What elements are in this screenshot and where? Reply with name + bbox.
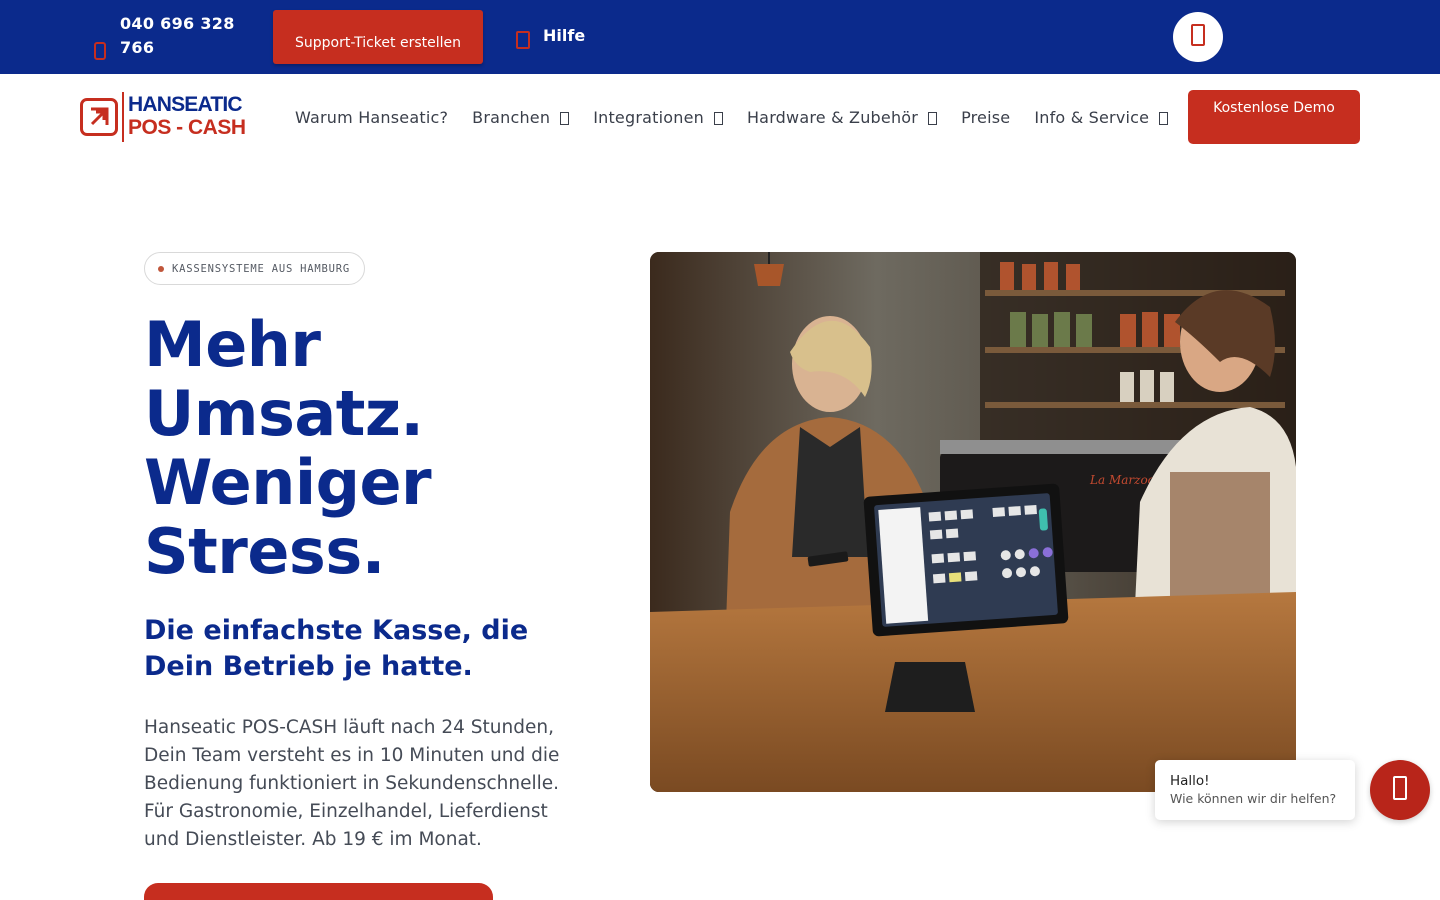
nav-label: Branchen [472,107,551,127]
chat-message: Wie können wir dir helfen? [1170,791,1337,806]
help-icon [516,31,530,49]
eyebrow-text: KASSENSYSTEME AUS HAMBURG [172,262,351,275]
nav-label: Integrationen [593,107,704,127]
account-button[interactable] [1173,12,1223,62]
dot-icon [158,265,164,272]
main-nav: Warum Hanseatic? Branchen Integrationen … [295,106,1192,128]
nav-label: Preise [961,107,1011,127]
help-link[interactable]: Hilfe [543,26,585,46]
phone-number-link[interactable]: 040 696 328 766 [120,12,250,60]
nav-label: Info & Service [1034,107,1150,127]
nav-item-info-service[interactable]: Info & Service [1034,107,1169,127]
logo-divider [122,92,124,142]
chevron-down-icon [1159,111,1169,125]
phone-icon [94,42,106,60]
chevron-down-icon [560,111,570,125]
top-bar: 040 696 328 766 Support-Ticket erstellen… [0,0,1440,74]
nav-item-warum[interactable]: Warum Hanseatic? [295,108,448,127]
nav-item-branchen[interactable]: Branchen [472,107,570,127]
site-header: HANSEATIC POS - CASH Warum Hanseatic? Br… [0,74,1440,160]
chat-icon [1393,776,1407,804]
demo-button[interactable]: Kostenlose Demo [1188,90,1360,144]
chevron-down-icon [928,111,938,125]
eyebrow-badge: KASSENSYSTEME AUS HAMBURG [144,252,366,285]
logo-mark-icon [80,98,118,136]
user-icon [1191,24,1205,50]
chat-preview[interactable]: Hallo! Wie können wir dir helfen? [1155,760,1355,820]
logo[interactable]: HANSEATIC POS - CASH [80,92,250,142]
hero-body-text: Hanseatic POS-CASH läuft nach 24 Stunden… [144,717,560,850]
chat-launcher-button[interactable] [1370,760,1430,820]
logo-text-bottom: POS - CASH [128,116,246,139]
hero-subtitle: Die einfachste Kasse, die Dein Betrieb j… [144,615,529,682]
nav-label: Hardware & Zubehör [746,107,919,127]
nav-item-preise[interactable]: Preise [961,108,1010,127]
hero-title: Mehr Umsatz. Weniger Stress. [144,308,432,588]
hero-photo: La Marzocco [650,252,1296,792]
nav-item-integrationen[interactable]: Integrationen [593,108,723,127]
nav-label: Warum Hanseatic? [295,107,449,127]
nav-item-hardware[interactable]: Hardware & Zubehör [746,107,938,127]
chevron-down-icon [713,111,723,125]
support-ticket-button[interactable]: Support-Ticket erstellen [273,10,483,64]
chat-greeting: Hallo! [1170,773,1210,789]
logo-text-top: HANSEATIC [128,93,243,116]
hero-cta-button[interactable] [144,883,493,900]
